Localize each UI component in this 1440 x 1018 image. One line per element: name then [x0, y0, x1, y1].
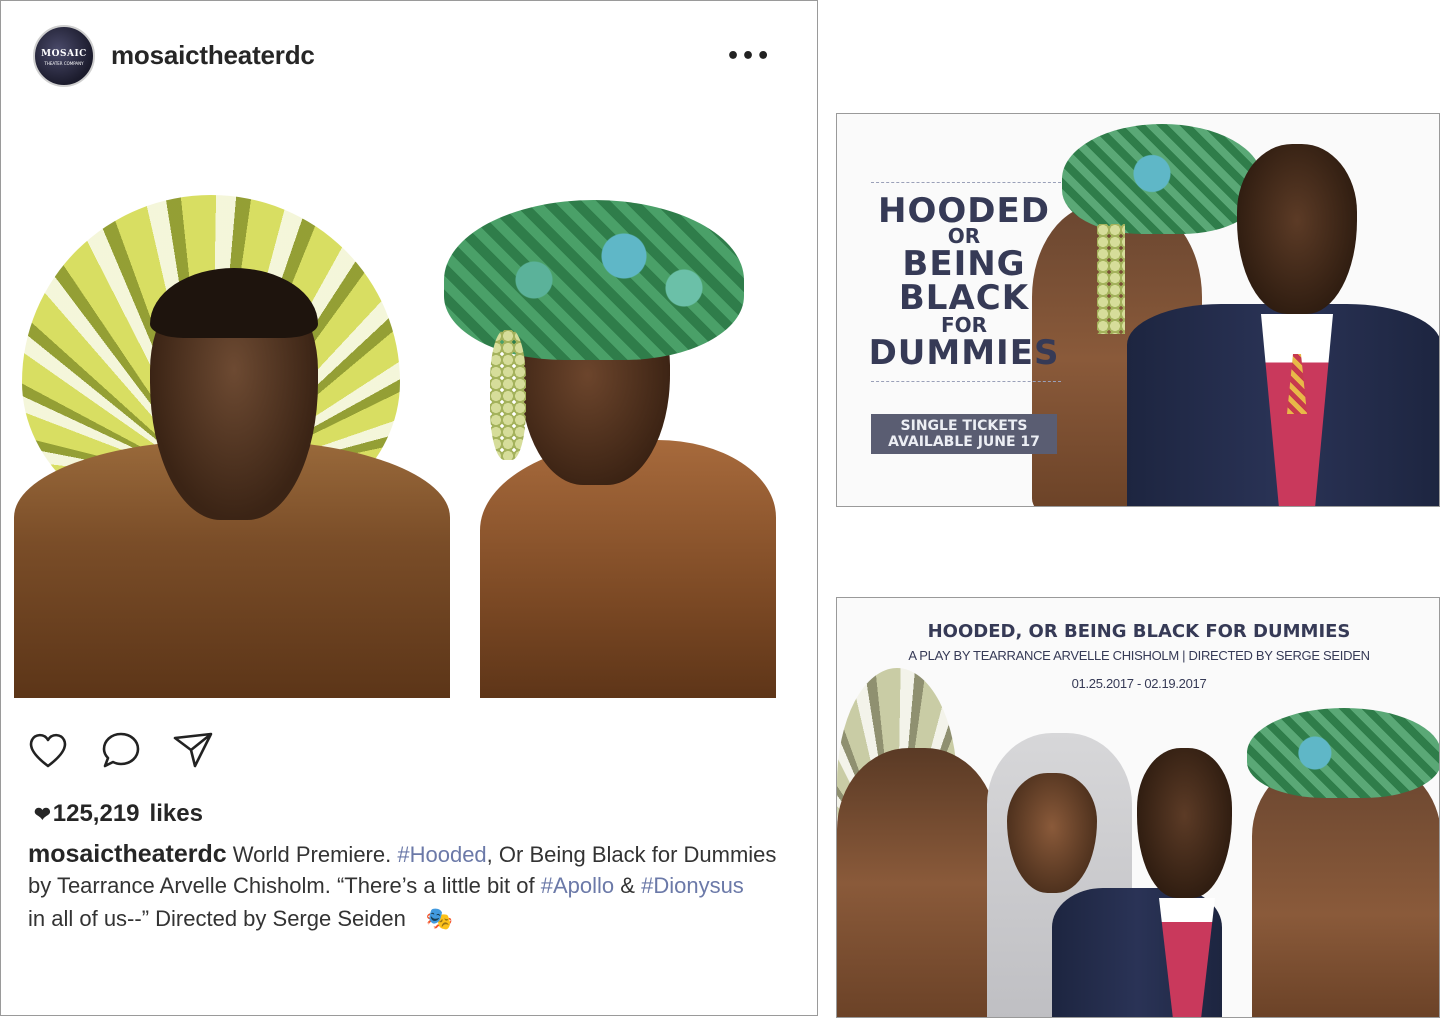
- tickets-line-1: SINGLE TICKETS: [900, 418, 1028, 434]
- tickets-button[interactable]: SINGLE TICKETS AVAILABLE JUNE 17: [871, 414, 1057, 454]
- likes-label: likes: [149, 800, 203, 827]
- ad-title-line: HOODED: [878, 191, 1050, 231]
- caption-line-2: by Tearrance Arvelle Chisholm. “There’s …: [28, 873, 744, 899]
- flower-wreath-image: [1247, 708, 1439, 798]
- caption-text: by Tearrance Arvelle Chisholm. “There’s …: [28, 873, 535, 898]
- heart-icon[interactable]: [26, 728, 70, 772]
- actor-suit-face: [1237, 144, 1357, 314]
- caption-line-3: in all of us--” Directed by Serge Seiden…: [28, 906, 453, 932]
- flower-wreath-image: [444, 200, 744, 360]
- hashtag-apollo[interactable]: #Apollo: [541, 873, 614, 898]
- ad-poster-cast[interactable]: HOODED, OR BEING BLACK FOR DUMMIES A PLA…: [836, 597, 1440, 1018]
- share-icon[interactable]: [171, 728, 215, 772]
- hashtag-hooded[interactable]: #Hooded: [397, 842, 486, 867]
- profile-avatar[interactable]: MOSAIC THEATER COMPANY: [33, 25, 95, 87]
- actor-suit-face: [1137, 748, 1232, 898]
- filled-heart-icon: ❤: [34, 804, 51, 826]
- ad-title-line: DUMMIES: [868, 333, 1060, 373]
- caption-line-1: mosaictheaterdc World Premiere. #Hooded, …: [28, 840, 776, 869]
- post-username[interactable]: mosaictheaterdc: [111, 40, 315, 71]
- poster-title: HOODED, OR BEING BLACK FOR DUMMIES: [927, 621, 1351, 642]
- caption-text: &: [620, 873, 635, 898]
- divider: [871, 182, 1061, 183]
- poster-dates: 01.25.2017 - 02.19.2017: [1071, 676, 1207, 691]
- ad-title-line: BLACK: [898, 278, 1030, 318]
- comment-icon[interactable]: [99, 728, 143, 772]
- theater-masks-icon: 🎭: [425, 906, 454, 931]
- caption-username[interactable]: mosaictheaterdc: [28, 840, 227, 868]
- actor-one-photo: [837, 748, 997, 1017]
- ad-title-line: FOR: [940, 313, 988, 337]
- flower-wreath-image: [1062, 124, 1262, 234]
- hashtag-dionysus[interactable]: #Dionysus: [641, 873, 744, 898]
- more-options-icon[interactable]: •••: [726, 44, 771, 69]
- avatar-brand-text: MOSAIC: [41, 49, 87, 59]
- grapes-image: [1097, 224, 1125, 334]
- ad-title-line: BEING: [902, 244, 1026, 284]
- likes-number: 125,219: [52, 800, 140, 827]
- poster-credits: A PLAY BY TEARRANCE ARVELLE CHISHOLM | D…: [908, 648, 1370, 663]
- caption-text: in all of us--” Directed by Serge Seiden: [28, 906, 406, 931]
- ad-banner-tickets[interactable]: HOODED OR BEING BLACK FOR DUMMIES SINGLE…: [836, 113, 1440, 507]
- ad-title-line: OR: [947, 224, 981, 248]
- divider: [871, 381, 1061, 382]
- likes-count[interactable]: ❤125,219 likes: [34, 800, 203, 828]
- grapes-image: [490, 330, 526, 460]
- avatar-sub-text: THEATER COMPANY: [44, 61, 84, 66]
- caption-text: , Or Being Black for Dummies: [486, 842, 777, 867]
- caption-text: World Premiere.: [232, 842, 392, 867]
- tickets-line-2: AVAILABLE JUNE 17: [888, 434, 1040, 450]
